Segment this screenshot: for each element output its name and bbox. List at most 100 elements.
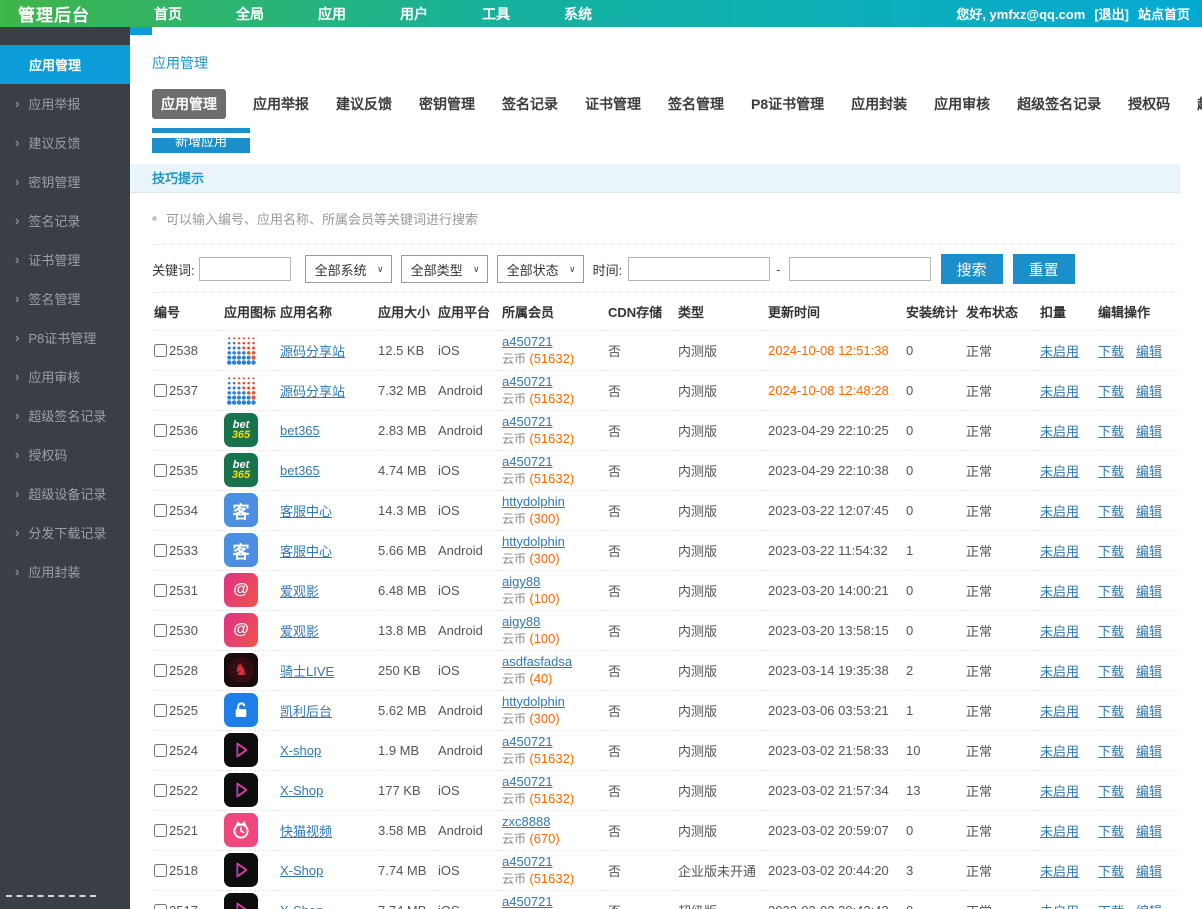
edit-link[interactable]: 编辑 <box>1136 904 1162 909</box>
tab-12[interactable]: 授权码 <box>1128 94 1170 114</box>
member-link[interactable]: aigy88 <box>502 574 540 589</box>
deduct-toggle-link[interactable]: 未启用 <box>1040 864 1079 879</box>
app-name-link[interactable]: X-Shop <box>280 903 323 909</box>
app-name-link[interactable]: X-shop <box>280 743 321 758</box>
edit-link[interactable]: 编辑 <box>1136 864 1162 879</box>
row-checkbox[interactable] <box>154 343 167 357</box>
tab-6[interactable]: 证书管理 <box>585 94 641 114</box>
download-link[interactable]: 下载 <box>1098 704 1124 719</box>
app-name-link[interactable]: X-Shop <box>280 783 323 798</box>
edit-link[interactable]: 编辑 <box>1136 824 1162 839</box>
deduct-toggle-link[interactable]: 未启用 <box>1040 464 1079 479</box>
download-link[interactable]: 下载 <box>1098 584 1124 599</box>
sidebar-item-11[interactable]: › 授权码 <box>0 435 130 474</box>
top-menu-item-6[interactable]: 系统 <box>564 4 592 24</box>
download-link[interactable]: 下载 <box>1098 904 1124 909</box>
download-link[interactable]: 下载 <box>1098 784 1124 799</box>
deduct-toggle-link[interactable]: 未启用 <box>1040 704 1079 719</box>
edit-link[interactable]: 编辑 <box>1136 544 1162 559</box>
edit-link[interactable]: 编辑 <box>1136 744 1162 759</box>
row-checkbox[interactable] <box>154 903 167 909</box>
member-link[interactable]: a450721 <box>502 774 553 789</box>
tab-7[interactable]: 签名管理 <box>668 94 724 114</box>
row-checkbox[interactable] <box>154 503 167 517</box>
sidebar-item-3[interactable]: › 建议反馈 <box>0 123 130 162</box>
row-checkbox[interactable] <box>154 623 167 637</box>
deduct-toggle-link[interactable]: 未启用 <box>1040 584 1079 599</box>
edit-link[interactable]: 编辑 <box>1136 424 1162 439</box>
deduct-toggle-link[interactable]: 未启用 <box>1040 504 1079 519</box>
sidebar-item-9[interactable]: › 应用审核 <box>0 357 130 396</box>
download-link[interactable]: 下载 <box>1098 624 1124 639</box>
add-app-button[interactable]: 新增应用 <box>152 128 250 153</box>
tab-8[interactable]: P8证书管理 <box>751 94 824 114</box>
download-link[interactable]: 下载 <box>1098 384 1124 399</box>
tab-2[interactable]: 应用举报 <box>253 94 309 114</box>
app-name-link[interactable]: 快猫视频 <box>280 824 332 839</box>
deduct-toggle-link[interactable]: 未启用 <box>1040 544 1079 559</box>
tab-5[interactable]: 签名记录 <box>502 94 558 114</box>
app-name-link[interactable]: 客服中心 <box>280 544 332 559</box>
time-to-input[interactable] <box>788 257 931 281</box>
tab-11[interactable]: 超级签名记录 <box>1017 94 1101 114</box>
member-link[interactable]: httydolphin <box>502 694 565 709</box>
row-checkbox[interactable] <box>154 703 167 717</box>
edit-link[interactable]: 编辑 <box>1136 784 1162 799</box>
member-link[interactable]: a450721 <box>502 414 553 429</box>
sidebar-item-1[interactable]: ›应用管理 <box>0 45 130 84</box>
sidebar-item-13[interactable]: › 分发下载记录 <box>0 513 130 552</box>
row-checkbox[interactable] <box>154 783 167 797</box>
row-checkbox[interactable] <box>154 543 167 557</box>
deduct-toggle-link[interactable]: 未启用 <box>1040 824 1079 839</box>
app-name-link[interactable]: 客服中心 <box>280 504 332 519</box>
app-name-link[interactable]: X-Shop <box>280 863 323 878</box>
download-link[interactable]: 下载 <box>1098 824 1124 839</box>
top-menu-item-5[interactable]: 工具 <box>482 4 510 24</box>
row-checkbox[interactable] <box>154 823 167 837</box>
row-checkbox[interactable] <box>154 743 167 757</box>
keyword-input[interactable] <box>198 257 291 281</box>
row-checkbox[interactable] <box>154 863 167 877</box>
logout-link[interactable]: [退出] <box>1094 4 1129 23</box>
member-link[interactable]: aigy88 <box>502 614 540 629</box>
edit-link[interactable]: 编辑 <box>1136 664 1162 679</box>
member-link[interactable]: httydolphin <box>502 494 565 509</box>
time-from-input[interactable] <box>628 257 771 281</box>
type-select[interactable]: 全部类型 ∨ <box>400 255 488 283</box>
edit-link[interactable]: 编辑 <box>1136 384 1162 399</box>
member-link[interactable]: asdfasfadsa <box>502 654 572 669</box>
edit-link[interactable]: 编辑 <box>1136 584 1162 599</box>
download-link[interactable]: 下载 <box>1098 664 1124 679</box>
tab-9[interactable]: 应用封装 <box>851 94 907 114</box>
download-link[interactable]: 下载 <box>1098 544 1124 559</box>
member-link[interactable]: a450721 <box>502 374 553 389</box>
tab-13[interactable]: 超级设备记录 <box>1197 94 1202 114</box>
search-button[interactable]: 搜索 <box>940 254 1003 284</box>
sidebar-item-7[interactable]: › 签名管理 <box>0 279 130 318</box>
deduct-toggle-link[interactable]: 未启用 <box>1040 904 1079 909</box>
row-checkbox[interactable] <box>154 463 167 477</box>
row-checkbox[interactable] <box>154 423 167 437</box>
edit-link[interactable]: 编辑 <box>1136 624 1162 639</box>
sidebar-item-5[interactable]: › 签名记录 <box>0 201 130 240</box>
app-name-link[interactable]: bet365 <box>280 423 320 438</box>
row-checkbox[interactable] <box>154 383 167 397</box>
app-name-link[interactable]: 骑士LIVE <box>280 664 334 679</box>
edit-link[interactable]: 编辑 <box>1136 464 1162 479</box>
app-name-link[interactable]: 凯利后台 <box>280 704 332 719</box>
edit-link[interactable]: 编辑 <box>1136 344 1162 359</box>
deduct-toggle-link[interactable]: 未启用 <box>1040 624 1079 639</box>
member-link[interactable]: a450721 <box>502 734 553 749</box>
tab-4[interactable]: 密钥管理 <box>419 94 475 114</box>
row-checkbox[interactable] <box>154 663 167 677</box>
deduct-toggle-link[interactable]: 未启用 <box>1040 664 1079 679</box>
system-select[interactable]: 全部系统 ∨ <box>304 255 392 283</box>
top-menu-item-2[interactable]: 全局 <box>236 4 264 24</box>
member-link[interactable]: a450721 <box>502 454 553 469</box>
download-link[interactable]: 下载 <box>1098 424 1124 439</box>
deduct-toggle-link[interactable]: 未启用 <box>1040 784 1079 799</box>
app-name-link[interactable]: 爱观影 <box>280 584 319 599</box>
sidebar-item-6[interactable]: › 证书管理 <box>0 240 130 279</box>
sidebar-item-14[interactable]: › 应用封装 <box>0 552 130 591</box>
app-name-link[interactable]: 源码分享站 <box>280 344 345 359</box>
